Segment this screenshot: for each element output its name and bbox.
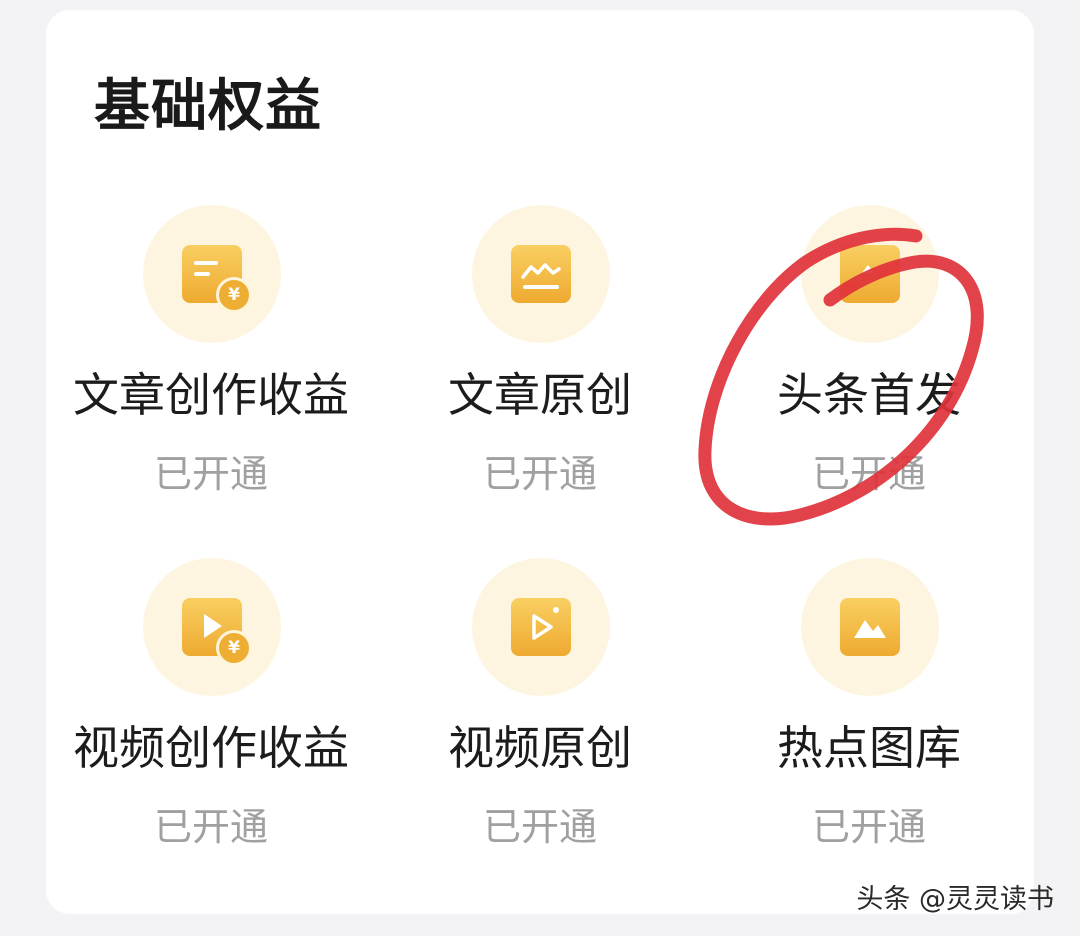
video-original-icon bbox=[472, 558, 610, 696]
watermark: 头条 @灵灵读书 bbox=[856, 884, 1054, 915]
benefit-label: 热点图库 bbox=[777, 721, 961, 775]
article-original-icon bbox=[472, 205, 610, 343]
image-library-icon bbox=[801, 558, 939, 696]
benefit-item-article-original[interactable]: 文章原创 已开通 bbox=[375, 195, 705, 515]
benefit-status: 已开通 bbox=[482, 452, 597, 496]
section-title: 基础权益 bbox=[94, 74, 322, 139]
benefit-item-first-publish[interactable]: 头条首发 已开通 bbox=[704, 195, 1034, 515]
benefit-status: 已开通 bbox=[811, 452, 926, 496]
benefit-item-article-income[interactable]: ¥ 文章创作收益 已开通 bbox=[46, 195, 376, 515]
benefit-status: 已开通 bbox=[153, 452, 268, 496]
benefit-label: 文章原创 bbox=[448, 368, 632, 422]
video-income-icon: ¥ bbox=[143, 558, 281, 696]
benefit-status: 已开通 bbox=[811, 805, 926, 849]
article-income-icon: ¥ bbox=[143, 205, 281, 343]
benefit-label: 头条首发 bbox=[777, 368, 961, 422]
first-publish-icon bbox=[801, 205, 939, 343]
benefit-item-video-income[interactable]: ¥ 视频创作收益 已开通 bbox=[46, 548, 376, 868]
benefit-label: 视频创作收益 bbox=[73, 721, 349, 775]
coin-icon: ¥ bbox=[216, 277, 252, 313]
benefit-label: 视频原创 bbox=[448, 721, 632, 775]
benefit-status: 已开通 bbox=[482, 805, 597, 849]
benefit-item-image-library[interactable]: 热点图库 已开通 bbox=[704, 548, 1034, 868]
benefit-label: 文章创作收益 bbox=[73, 368, 349, 422]
coin-icon: ¥ bbox=[216, 630, 252, 666]
benefit-item-video-original[interactable]: 视频原创 已开通 bbox=[375, 548, 705, 868]
benefit-status: 已开通 bbox=[153, 805, 268, 849]
